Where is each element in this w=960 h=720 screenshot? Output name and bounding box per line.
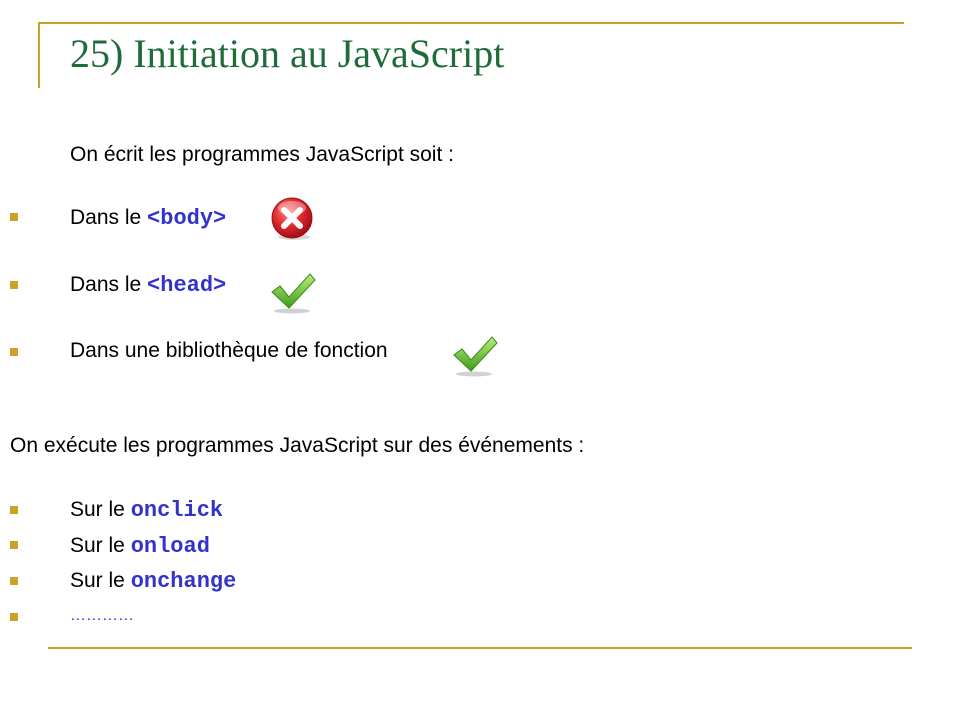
list-item: Sur le onload bbox=[70, 533, 210, 560]
list-item: Dans une bibliothèque de fonction bbox=[70, 338, 388, 364]
x-icon bbox=[270, 196, 316, 247]
intro-text: On écrit les programmes JavaScript soit … bbox=[70, 143, 454, 166]
item-label: Sur le bbox=[70, 569, 131, 592]
bullet-marker bbox=[10, 348, 18, 356]
list-item: Dans le <body> bbox=[70, 205, 226, 232]
bottom-rule bbox=[48, 647, 912, 649]
item-label: Sur le bbox=[70, 534, 131, 557]
left-rule bbox=[38, 22, 40, 88]
top-rule bbox=[38, 22, 904, 24]
slide-title: 25) Initiation au JavaScript bbox=[70, 31, 505, 76]
check-icon bbox=[450, 333, 500, 382]
bullet-marker bbox=[10, 541, 18, 549]
bullet-marker bbox=[10, 613, 18, 621]
list-item: Sur le onclick bbox=[70, 497, 223, 524]
onload-code: onload bbox=[130, 534, 210, 559]
item-label: Dans le bbox=[70, 206, 148, 229]
list-item: Dans le <head> bbox=[70, 272, 226, 299]
onclick-code: onclick bbox=[130, 498, 224, 523]
item-label: Dans une bibliothèque de fonction bbox=[70, 339, 388, 362]
onchange-code: onchange bbox=[130, 569, 237, 594]
bullet-marker bbox=[10, 506, 18, 514]
exec-intro-text: On exécute les programmes JavaScript sur… bbox=[10, 434, 585, 457]
check-icon bbox=[268, 270, 318, 319]
body-tag-code: <body> bbox=[147, 206, 227, 231]
item-label: Sur le bbox=[70, 498, 131, 521]
bullet-marker bbox=[10, 281, 18, 289]
ellipsis-item: ………… bbox=[70, 607, 134, 624]
bullet-marker bbox=[10, 213, 18, 221]
item-label: Dans le bbox=[70, 273, 148, 296]
head-tag-code: <head> bbox=[147, 273, 227, 298]
list-item: Sur le onchange bbox=[70, 568, 236, 595]
bullet-marker bbox=[10, 577, 18, 585]
